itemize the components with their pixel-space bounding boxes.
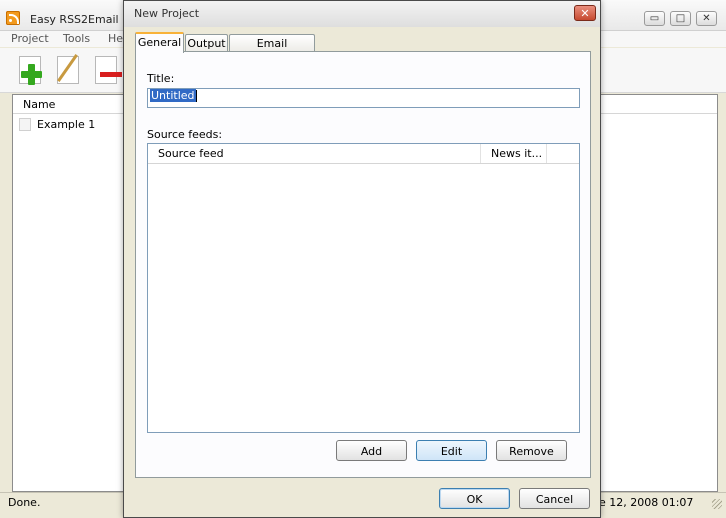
status-text: Done. — [8, 496, 41, 509]
tab-general[interactable]: General — [135, 32, 184, 53]
source-feeds-label: Source feeds: — [147, 128, 223, 141]
menu-project[interactable]: Project — [11, 32, 49, 45]
dialog-title: New Project — [134, 7, 200, 20]
feeds-header: Source feed News it... — [148, 144, 579, 164]
resize-grip-icon[interactable] — [712, 499, 722, 509]
tab-output[interactable]: Output — [185, 34, 228, 52]
general-panel: Title: Untitled Source feeds: Source fee… — [135, 51, 591, 478]
minimize-button[interactable]: ▭ — [644, 11, 665, 26]
status-date: ne 12, 2008 01:07 — [592, 496, 694, 509]
cancel-button[interactable]: Cancel — [519, 488, 590, 509]
source-feeds-list[interactable]: Source feed News it... — [147, 143, 580, 433]
delete-project-icon[interactable] — [90, 54, 122, 86]
column-news-items[interactable]: News it... — [481, 144, 547, 163]
item-icon — [19, 118, 31, 131]
list-item-label: Example 1 — [37, 118, 96, 131]
add-button[interactable]: Add — [336, 440, 407, 461]
text-caret — [195, 90, 197, 102]
edit-project-icon[interactable] — [52, 54, 84, 86]
column-source-feed[interactable]: Source feed — [148, 144, 481, 163]
dialog-titlebar[interactable]: New Project ✕ — [124, 1, 600, 27]
edit-button[interactable]: Edit — [416, 440, 487, 461]
column-name[interactable]: Name — [23, 98, 55, 111]
menu-help[interactable]: He — [108, 32, 123, 45]
dialog-close-button[interactable]: ✕ — [574, 5, 596, 21]
ok-button[interactable]: OK — [439, 488, 510, 509]
title-value: Untitled — [150, 89, 196, 102]
menu-tools[interactable]: Tools — [63, 32, 90, 45]
main-close-button[interactable]: ✕ — [696, 11, 717, 26]
add-project-icon[interactable] — [14, 54, 46, 86]
maximize-button[interactable]: □ — [670, 11, 691, 26]
new-project-dialog: New Project ✕ General Output Email recip… — [123, 0, 601, 518]
tab-email-recipients[interactable]: Email recipients — [229, 34, 315, 67]
title-input[interactable]: Untitled — [147, 88, 580, 108]
remove-button[interactable]: Remove — [496, 440, 567, 461]
rss-icon — [6, 11, 20, 25]
title-label: Title: — [147, 72, 175, 85]
main-window-title: Easy RSS2Email — [30, 13, 119, 26]
